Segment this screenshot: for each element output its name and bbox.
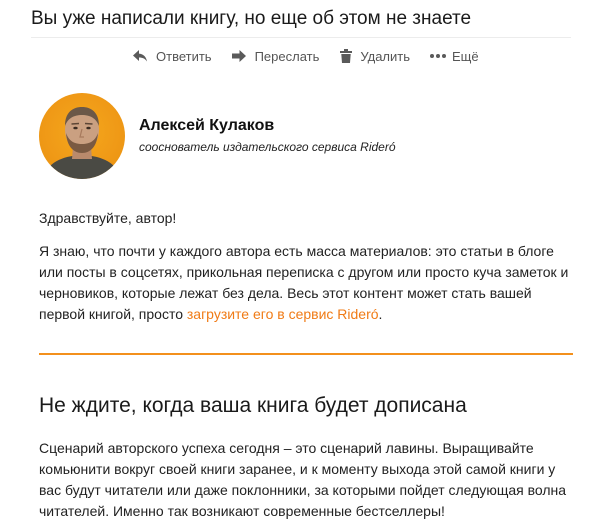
email-subject: Вы уже написали книгу, но еще об этом не… <box>31 8 472 29</box>
section-paragraph: Сценарий авторского успеха сегодня – это… <box>39 440 567 519</box>
intro-paragraph-end: . <box>378 306 383 322</box>
greeting-text: Здравствуйте, автор! <box>39 210 177 226</box>
upload-link[interactable]: загрузите его в сервис Rideró <box>187 306 379 322</box>
reply-button[interactable]: Ответить <box>132 49 212 64</box>
section-heading: Не ждите, когда ваша книга будет дописан… <box>39 394 467 417</box>
reply-icon <box>132 49 148 63</box>
toolbar-divider <box>31 37 571 38</box>
sender-name: Алексей Кулаков <box>139 117 275 134</box>
more-button[interactable]: Ещё <box>430 49 479 64</box>
more-label: Ещё <box>452 48 479 64</box>
sender-role: сооснователь издательского сервиса Rider… <box>139 140 396 154</box>
forward-button[interactable]: Переслать <box>231 48 320 64</box>
delete-label: Удалить <box>360 48 411 64</box>
forward-icon <box>231 49 247 63</box>
delete-button[interactable]: Удалить <box>340 49 410 64</box>
trash-icon <box>340 49 353 63</box>
email-toolbar: Ответить Переслать Удалить Ещё <box>132 46 479 66</box>
forward-label: Переслать <box>254 48 320 64</box>
intro-paragraph: Я знаю, что почти у каждого автора есть … <box>39 241 579 325</box>
section-divider <box>39 353 573 355</box>
reply-label: Ответить <box>156 48 212 64</box>
sender-avatar <box>39 93 125 179</box>
more-dots-icon <box>430 54 447 58</box>
